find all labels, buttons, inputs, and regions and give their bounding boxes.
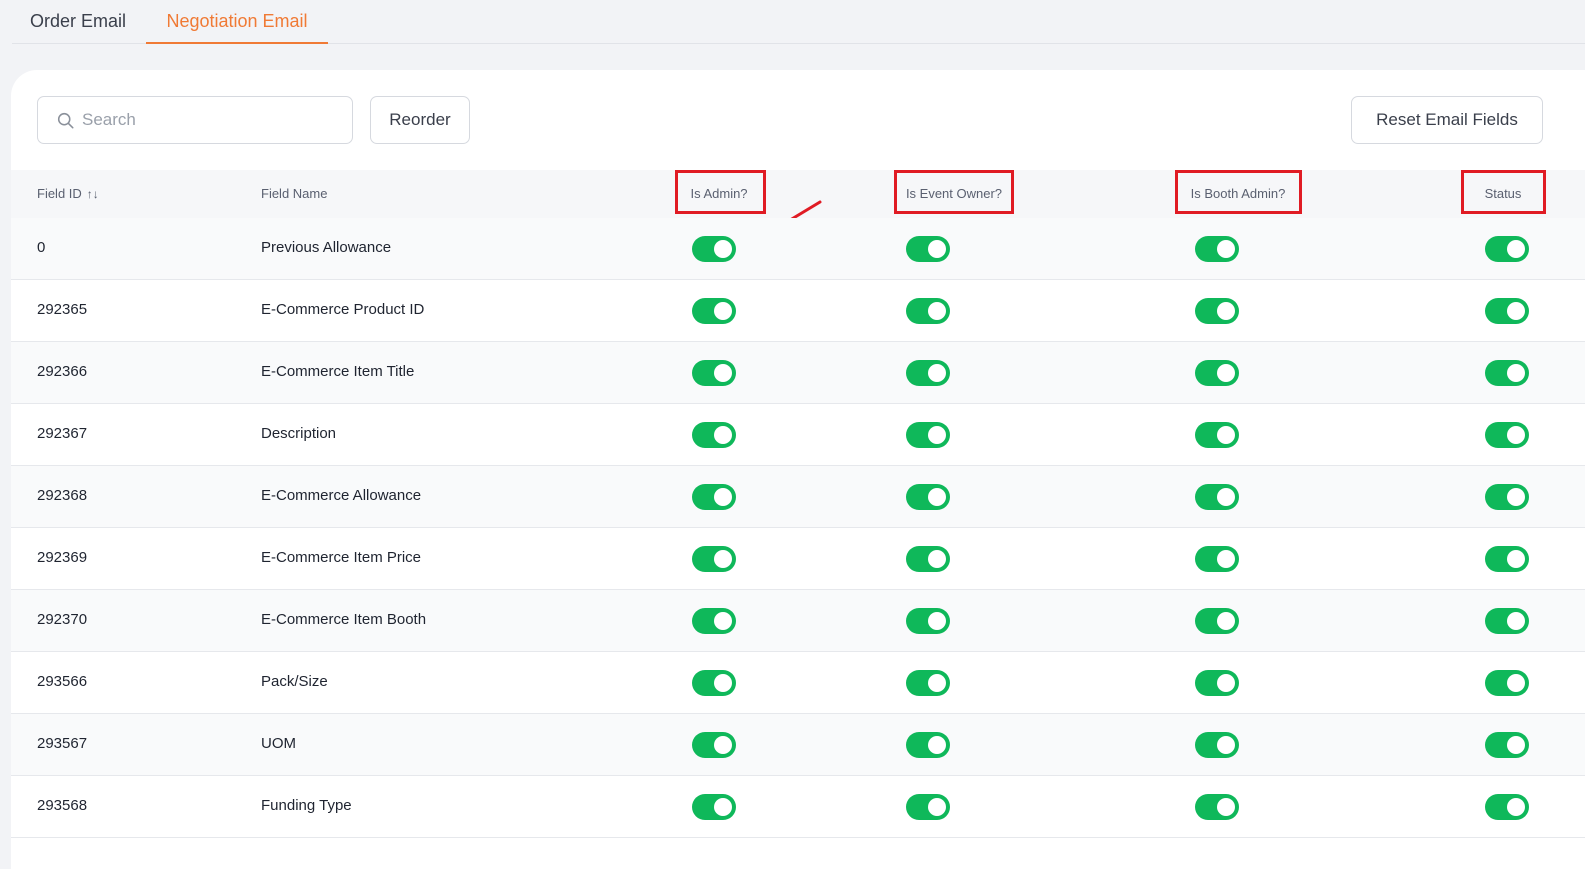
field-name-cell: E-Commerce Item Booth xyxy=(261,611,427,628)
column-header-is-admin: Is Admin? xyxy=(690,186,748,201)
is-booth-admin-toggle[interactable] xyxy=(1195,794,1239,820)
status-toggle[interactable] xyxy=(1485,298,1529,324)
field-name-cell: Funding Type xyxy=(261,797,352,814)
is-admin-toggle[interactable] xyxy=(692,484,736,510)
table-row: 292367 Description xyxy=(11,404,1585,466)
status-toggle[interactable] xyxy=(1485,484,1529,510)
field-name-cell: UOM xyxy=(261,735,296,752)
field-name-cell: E-Commerce Product ID xyxy=(261,301,425,318)
is-event-owner-toggle[interactable] xyxy=(906,794,950,820)
column-header-field-id[interactable]: Field ID ↑↓ xyxy=(37,170,99,218)
table-row: 292365 E-Commerce Product ID xyxy=(11,280,1585,342)
status-toggle[interactable] xyxy=(1485,546,1529,572)
field-id-cell: 292366 xyxy=(37,363,88,380)
fields-table-body: 0 Previous Allowance 292365 E-Commerce Prod… xyxy=(11,218,1585,838)
column-header-is-booth-admin: Is Booth Admin? xyxy=(1190,186,1286,201)
tab-negotiation-email[interactable]: Negotiation Email xyxy=(146,0,328,44)
is-event-owner-toggle[interactable] xyxy=(906,236,950,262)
sort-icon[interactable]: ↑↓ xyxy=(87,170,99,218)
is-booth-admin-toggle[interactable] xyxy=(1195,360,1239,386)
field-id-cell: 292370 xyxy=(37,611,88,628)
field-name-cell: E-Commerce Allowance xyxy=(261,487,422,504)
table-row: 293567 UOM xyxy=(11,714,1585,776)
is-event-owner-toggle[interactable] xyxy=(906,484,950,510)
is-booth-admin-toggle[interactable] xyxy=(1195,298,1239,324)
is-booth-admin-toggle[interactable] xyxy=(1195,546,1239,572)
is-admin-toggle[interactable] xyxy=(692,422,736,448)
table-row: 292369 E-Commerce Item Price xyxy=(11,528,1585,590)
column-header-status: Status xyxy=(1484,186,1522,201)
reset-email-fields-button[interactable]: Reset Email Fields xyxy=(1351,96,1543,144)
table-row: 293566 Pack/Size xyxy=(11,652,1585,714)
table-row: 292368 E-Commerce Allowance xyxy=(11,466,1585,528)
is-booth-admin-toggle[interactable] xyxy=(1195,236,1239,262)
is-admin-toggle[interactable] xyxy=(692,236,736,262)
status-toggle[interactable] xyxy=(1485,236,1529,262)
table-row: 293568 Funding Type xyxy=(11,776,1585,838)
tab-order-email[interactable]: Order Email xyxy=(28,0,128,44)
is-admin-toggle[interactable] xyxy=(692,298,736,324)
is-booth-admin-toggle[interactable] xyxy=(1195,670,1239,696)
search-box[interactable] xyxy=(37,96,353,144)
column-header-is-event-owner: Is Event Owner? xyxy=(905,186,1003,201)
field-name-cell: Previous Allowance xyxy=(261,239,392,256)
is-admin-toggle[interactable] xyxy=(692,670,736,696)
status-toggle[interactable] xyxy=(1485,360,1529,386)
is-admin-toggle[interactable] xyxy=(692,608,736,634)
field-id-cell: 292369 xyxy=(37,549,88,566)
reorder-button[interactable]: Reorder xyxy=(370,96,470,144)
status-toggle[interactable] xyxy=(1485,732,1529,758)
field-id-cell: 292365 xyxy=(37,301,88,318)
is-event-owner-toggle[interactable] xyxy=(906,732,950,758)
is-admin-toggle[interactable] xyxy=(692,360,736,386)
is-event-owner-toggle[interactable] xyxy=(906,298,950,324)
status-toggle[interactable] xyxy=(1485,422,1529,448)
field-name-cell: E-Commerce Item Title xyxy=(261,363,415,380)
email-fields-card: Reorder Reset Email Fields Field ID ↑↓ Fi… xyxy=(11,70,1585,869)
table-row: 292366 E-Commerce Item Title xyxy=(11,342,1585,404)
email-tabs: Order Email Negotiation Email xyxy=(12,0,1585,44)
field-name-cell: Description xyxy=(261,425,337,442)
table-header: Field ID ↑↓ Field Name Is Admin? Is Event… xyxy=(11,170,1585,218)
table-row: 292370 E-Commerce Item Booth xyxy=(11,590,1585,652)
is-booth-admin-toggle[interactable] xyxy=(1195,484,1239,510)
is-booth-admin-toggle[interactable] xyxy=(1195,422,1239,448)
table-row: 0 Previous Allowance xyxy=(11,218,1585,280)
status-toggle[interactable] xyxy=(1485,608,1529,634)
is-event-owner-toggle[interactable] xyxy=(906,608,950,634)
is-admin-toggle[interactable] xyxy=(692,732,736,758)
field-name-cell: E-Commerce Item Price xyxy=(261,549,422,566)
field-id-cell: 293568 xyxy=(37,797,88,814)
field-id-cell: 292368 xyxy=(37,487,88,504)
column-header-field-id-label: Field ID xyxy=(37,186,82,201)
is-event-owner-toggle[interactable] xyxy=(906,360,950,386)
status-toggle[interactable] xyxy=(1485,794,1529,820)
is-event-owner-toggle[interactable] xyxy=(906,670,950,696)
field-id-cell: 292367 xyxy=(37,425,88,442)
search-input[interactable] xyxy=(82,105,342,135)
field-id-cell: 293566 xyxy=(37,673,88,690)
is-booth-admin-toggle[interactable] xyxy=(1195,608,1239,634)
field-name-cell: Pack/Size xyxy=(261,673,328,690)
is-booth-admin-toggle[interactable] xyxy=(1195,732,1239,758)
field-id-cell: 0 xyxy=(37,239,46,256)
is-admin-toggle[interactable] xyxy=(692,546,736,572)
is-event-owner-toggle[interactable] xyxy=(906,546,950,572)
status-toggle[interactable] xyxy=(1485,670,1529,696)
is-event-owner-toggle[interactable] xyxy=(906,422,950,448)
column-header-field-name: Field Name xyxy=(261,186,328,201)
field-id-cell: 293567 xyxy=(37,735,88,752)
is-admin-toggle[interactable] xyxy=(692,794,736,820)
search-icon xyxy=(57,112,74,129)
